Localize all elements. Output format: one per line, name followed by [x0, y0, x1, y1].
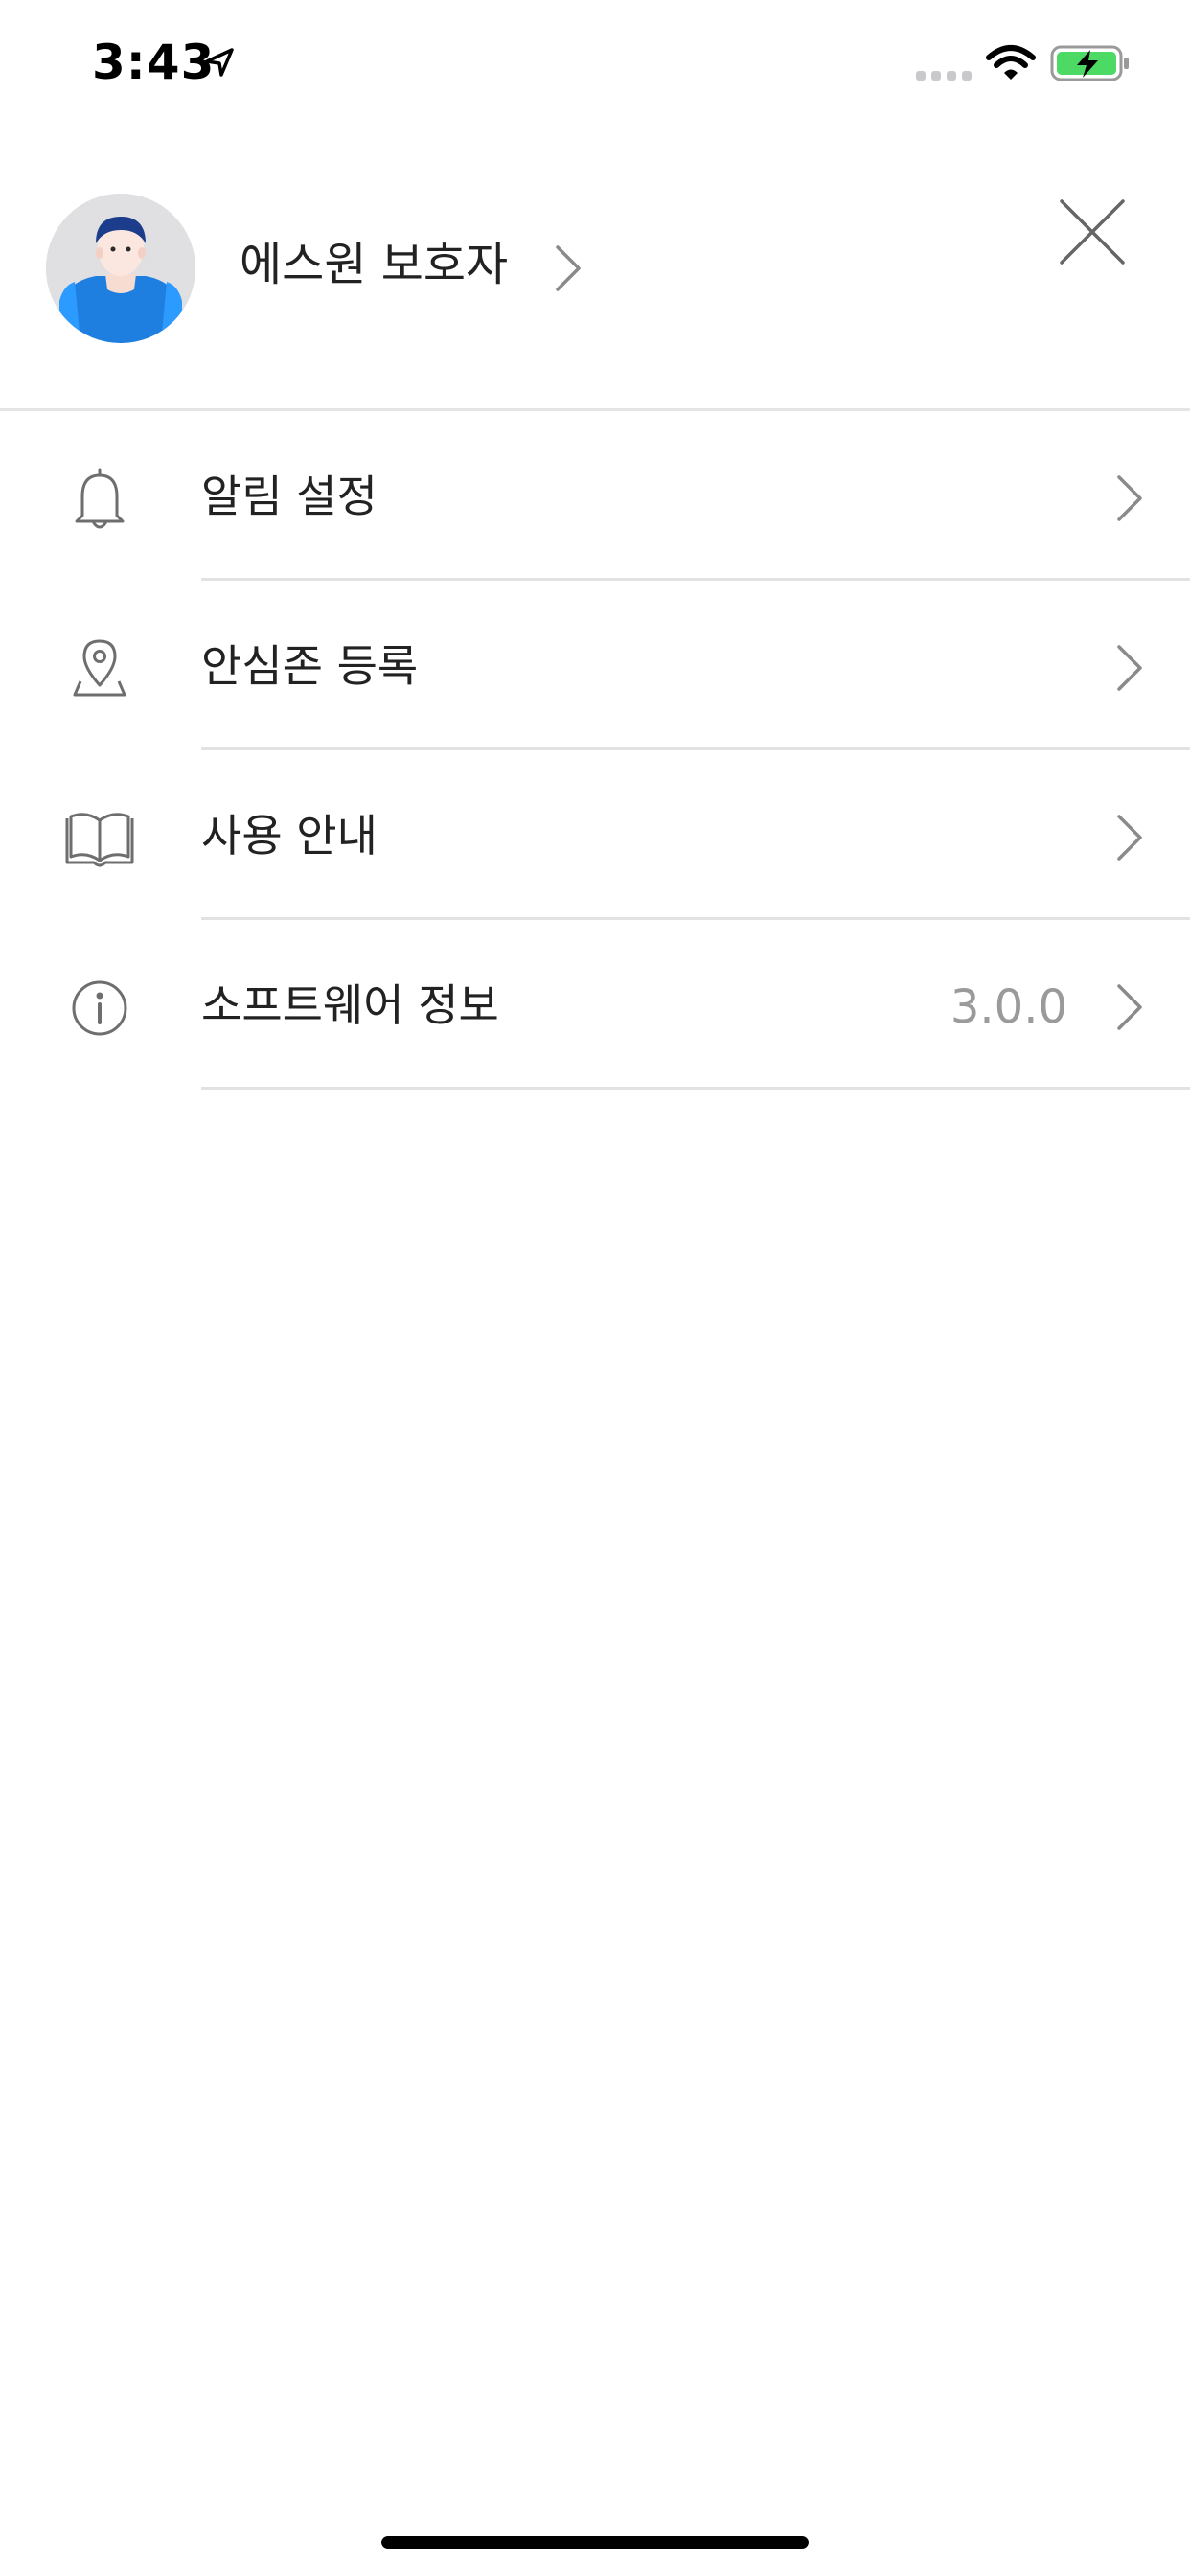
chevron-right-icon[interactable]: [1110, 978, 1148, 1036]
menu-divider: [201, 748, 1190, 750]
menu-divider: [201, 1087, 1190, 1090]
book-icon: [65, 813, 134, 867]
menu-item-label: 사용 안내: [201, 810, 378, 862]
bell-icon: [75, 468, 125, 529]
software-version: 3.0.0: [950, 980, 1067, 1034]
status-bar: 3:43: [0, 0, 1190, 125]
menu-item-label: 알림 설정: [201, 471, 378, 522]
close-button[interactable]: [1054, 194, 1131, 270]
menu-item-label: 안심존 등록: [201, 640, 419, 692]
chevron-right-icon[interactable]: [1110, 809, 1148, 866]
wifi-icon: [986, 45, 1036, 80]
status-time: 3:43: [92, 34, 216, 90]
menu-item-software-info[interactable]: 소프트웨어 정보 3.0.0: [0, 921, 1190, 1090]
settings-drawer-screen: 3:43 에스원 보호자 알림 설정 안심존 등록 사용 안내 소프트웨어 정보…: [0, 0, 1190, 2576]
menu-divider: [201, 578, 1190, 581]
profile-header[interactable]: 에스원 보호자: [0, 182, 1190, 410]
home-indicator[interactable]: [381, 2536, 809, 2549]
cellular-signal-icon: [916, 71, 972, 82]
chevron-right-icon[interactable]: [1110, 470, 1148, 527]
menu-item-notification-settings[interactable]: 알림 설정: [0, 412, 1190, 581]
info-icon: [72, 980, 127, 1036]
menu-divider: [201, 917, 1190, 920]
menu-item-safe-zone[interactable]: 안심존 등록: [0, 582, 1190, 750]
profile-name[interactable]: 에스원 보호자: [240, 236, 508, 293]
menu-item-label: 소프트웨어 정보: [201, 979, 499, 1031]
location-pin-icon: [73, 639, 126, 697]
user-avatar-icon[interactable]: [46, 194, 195, 343]
chevron-right-icon[interactable]: [548, 240, 586, 297]
battery-charging-icon: [1050, 45, 1129, 81]
menu-item-user-guide[interactable]: 사용 안내: [0, 751, 1190, 920]
chevron-right-icon[interactable]: [1110, 639, 1148, 697]
header-divider: [0, 408, 1190, 411]
location-arrow-icon: [205, 48, 234, 77]
